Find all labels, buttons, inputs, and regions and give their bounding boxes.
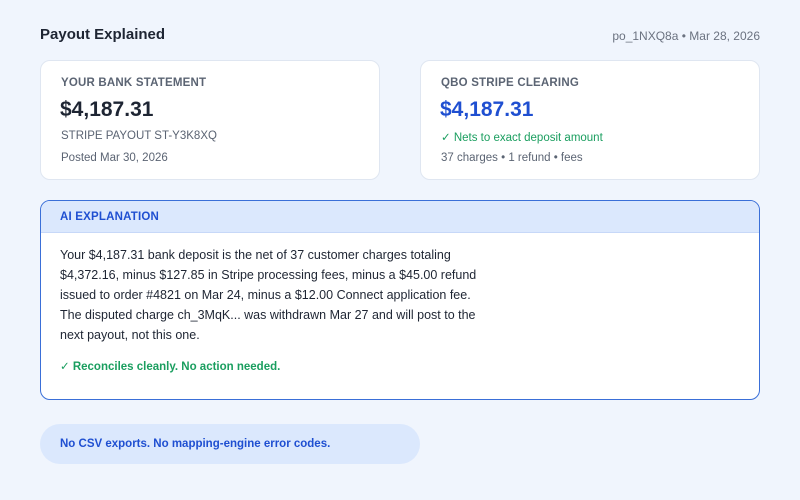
explanation-line: issued to order #4821 on Mar 24, minus a… [60,288,471,302]
payout-explained-page: Payout Explained po_1NXQ8a • Mar 28, 202… [0,0,800,500]
qbo-clearing-card: QBO STRIPE CLEARING $4,187.31 ✓ Nets to … [420,60,760,180]
bank-posted-date: Posted Mar 30, 2026 [61,152,168,164]
qbo-summary: 37 charges • 1 refund • fees [441,152,583,164]
explanation-line: The disputed charge ch_3MqK... was withd… [60,308,476,322]
explanation-line: next payout, not this one. [60,328,200,342]
ai-explanation-label: AI EXPLANATION [41,201,759,233]
bank-statement-card: YOUR BANK STATEMENT $4,187.31 STRIPE PAY… [40,60,380,180]
reconcile-status: ✓ Reconciles cleanly. No action needed. [60,361,281,373]
qbo-match-status: ✓ Nets to exact deposit amount [441,132,603,144]
qbo-amount: $4,187.31 [440,98,534,121]
explanation-line: Your $4,187.31 bank deposit is the net o… [60,248,451,262]
payout-meta: po_1NXQ8a • Mar 28, 2026 [612,29,760,43]
qbo-card-label: QBO STRIPE CLEARING [441,77,579,89]
bank-card-label: YOUR BANK STATEMENT [61,77,207,89]
ai-explanation-panel: AI EXPLANATION Your $4,187.31 bank depos… [40,200,760,400]
ai-explanation-text: Your $4,187.31 bank deposit is the net o… [60,245,520,345]
bank-amount: $4,187.31 [60,98,154,121]
bank-descriptor: STRIPE PAYOUT ST-Y3K8XQ [61,130,217,142]
info-note: No CSV exports. No mapping-engine error … [40,424,420,464]
page-title: Payout Explained [40,26,166,43]
explanation-line: $4,372.16, minus $127.85 in Stripe proce… [60,268,477,282]
